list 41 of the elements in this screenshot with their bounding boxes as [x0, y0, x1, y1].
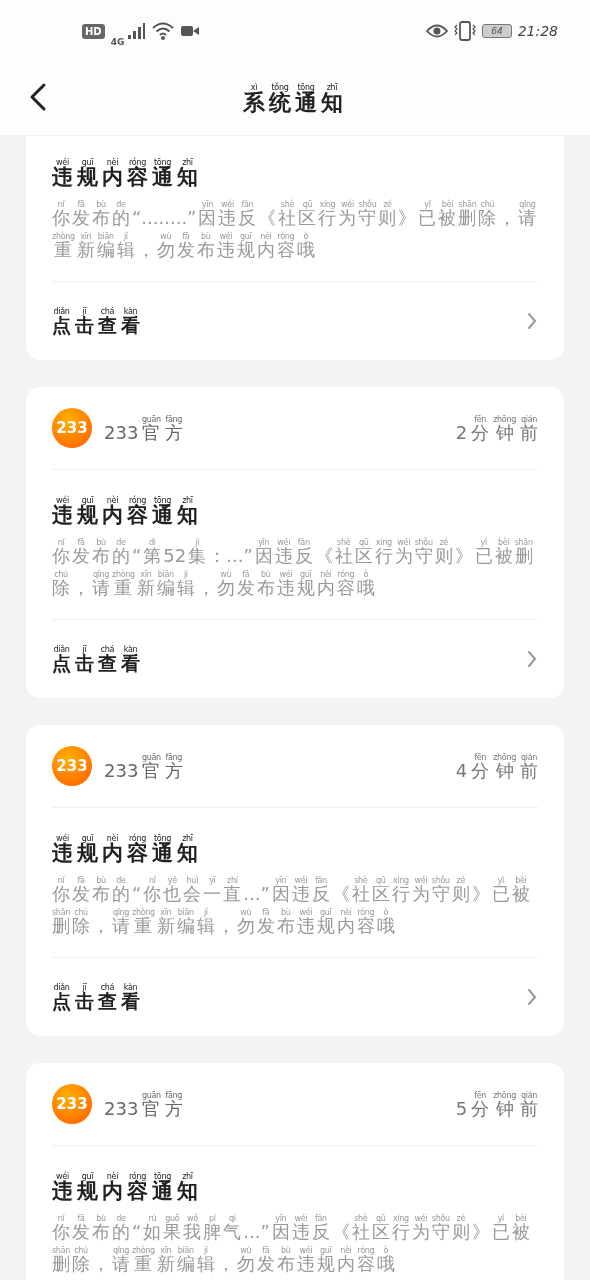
view-details-label: 点 diǎn 击 jī 查 chá 看 kàn: [52, 307, 141, 335]
view-details-row[interactable]: 点 diǎn 击 jī 查 chá 看 kàn: [52, 282, 538, 360]
sender-name: 233 官 guān 方 fāng: [104, 752, 184, 780]
sender-name: 233 官 guān 方 fāng: [104, 1090, 184, 1118]
clock-time: 21:28: [517, 23, 558, 39]
sender-name: 233 官 guān 方 fāng: [104, 414, 184, 442]
view-details-label: 点 diǎn 击 jī 查 chá 看 kàn: [52, 983, 141, 1011]
notice-title: 违 wéi 规 guī 内 nèi 容 róng 通 tōng 知 zhī: [52, 834, 199, 864]
network-label: 4G: [110, 37, 125, 47]
logo-badge: 233: [52, 1084, 92, 1124]
logo-badge: 233: [52, 408, 92, 448]
notice-text: 你 nǐ 发 fā 布 bù 的 de “第 dì 52集 jí ：...”因 yīn 违 wéi 反 fǎn 《社 shè 区 qū 行 xíng 为 wéi 守 shǒu 则 zé 》已 yǐ 被 bèi 删 shān 除 chú ，请 qǐng 重 zhòng 新 xīn 编 biān 辑 jí ，勿 wù 发 fā 布 bù 违 wéi 规 guī 内 nèi 容 róng 哦 ò: [52, 538, 534, 600]
wifi-icon: [152, 21, 175, 41]
time-label: 4 分 fēn 钟 zhōng 前 qián: [455, 752, 538, 780]
chevron-right-icon: [526, 311, 538, 331]
signal-icon: [126, 21, 147, 41]
time-label: 2 分 fēn 钟 zhōng 前 qián: [455, 414, 538, 442]
view-details-row[interactable]: 点 diǎn 击 jī 查 chá 看 kàn: [52, 620, 538, 698]
notice-text: 你 nǐ 发 fā 布 bù 的 de “你 nǐ 也 yě 会 huì 一 yī 直 zhí ...”因 yīn 违 wéi 反 fǎn 《社 shè 区 qū 行 xíng 为 wéi 守 shǒu 则 zé 》已 yǐ 被 bèi 删 shān 除 chú ，请 qǐng 重 zhòng 新 xīn 编 biān 辑 jí ，勿 wù 发 fā 布 bù 违 wéi 规 guī 内 nèi 容 róng 哦 ò: [52, 876, 531, 938]
notification-card[interactable]: [26, 725, 564, 1036]
notice-text: 你 nǐ 发 fā 布 bù 的 de “如 rú 果 guǒ 我 wǒ 脾 pí 气 qì ...”因 yīn 违 wéi 反 fǎn 《社 shè 区 qū 行 xíng 为 wéi 守 shǒu 则 zé 》已 yǐ 被 bèi 删 shān 除 chú ，请 qǐng 重 zhòng 新 xīn 编 biān 辑 jí ，勿 wù 发 fā 布 bù 违 wéi 规 guī 内 nèi 容 róng 哦 ò: [52, 1214, 531, 1276]
view-details-label: 点 diǎn 击 jī 查 chá 看 kàn: [52, 645, 141, 673]
notice-text: 你 nǐ 发 fā 布 bù 的 de “........”因 yīn 违 wéi 反 fǎn 《社 shè 区 qū 行 xíng 为 wéi 守 shǒu 则 zé 》已 yǐ 被 bèi 删 shān 除 chú ，请 qǐng 重 zhòng 新 xīn 编 biān 辑 jí ，勿 wù 发 fā 布 bù 违 wéi 规 guī 内 nèi 容 róng 哦 ò: [52, 200, 538, 262]
view-details-row[interactable]: 点 diǎn 击 jī 查 chá 看 kàn: [52, 958, 538, 1036]
back-icon[interactable]: [28, 82, 48, 112]
notice-title: 违 wéi 规 guī 内 nèi 容 róng 通 tōng 知 zhī: [52, 1172, 199, 1202]
notification-card[interactable]: [26, 387, 564, 698]
notification-card[interactable]: [26, 136, 564, 360]
hd-badge: HD: [82, 23, 105, 39]
logo-badge: 233: [52, 746, 92, 786]
eye-icon: [426, 23, 449, 39]
video-camera-icon: [180, 23, 201, 39]
vibrate-icon: [454, 21, 477, 41]
chevron-right-icon: [526, 649, 538, 669]
chevron-right-icon: [526, 987, 538, 1007]
notice-title: 违 wéi 规 guī 内 nèi 容 róng 通 tōng 知 zhī: [52, 496, 199, 526]
time-label: 5 分 fēn 钟 zhōng 前 qián: [455, 1090, 538, 1118]
notification-card[interactable]: [26, 1063, 564, 1280]
notice-title: 违 wéi 规 guī 内 nèi 容 róng 通 tōng 知 zhī: [52, 158, 199, 188]
page-title: 系 xì 统 tǒng 通 tōng 知 zhī: [243, 83, 344, 114]
battery-icon: 64: [482, 24, 512, 38]
